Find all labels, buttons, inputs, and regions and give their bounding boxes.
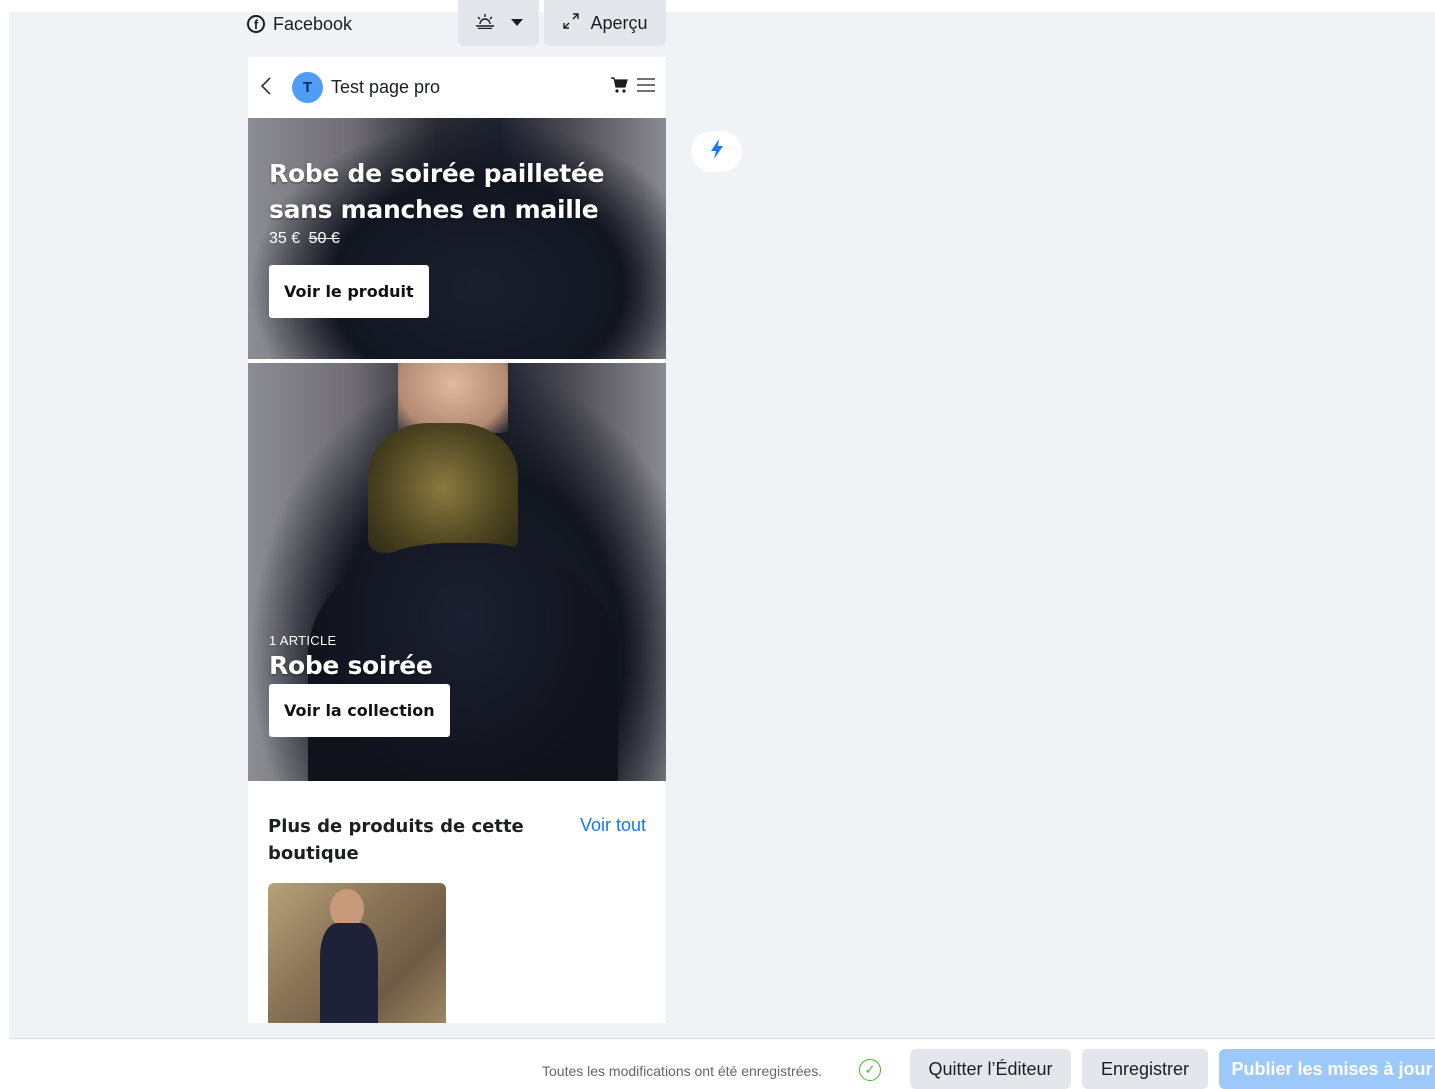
facebook-icon: f <box>247 15 265 33</box>
shop-header: T Test page pro <box>248 57 666 118</box>
price-row: 35 € 50 € <box>269 230 629 248</box>
platform-label: Facebook <box>273 13 353 34</box>
product-old-price: 50 € <box>308 230 340 247</box>
collection-count: 1 ARTICLE <box>269 633 337 648</box>
product-title: Robe de soirée pailletée sans manches en… <box>269 159 605 224</box>
dress-image <box>368 423 518 553</box>
platform-indicator: f Facebook <box>247 13 352 35</box>
save-status-text: Toutes les modifications ont été enregis… <box>542 1063 823 1079</box>
cart-icon[interactable] <box>610 76 628 99</box>
featured-product-content: Robe de soirée pailletée sans manches en… <box>269 156 629 318</box>
preview-button[interactable]: Aperçu <box>544 0 666 46</box>
theme-toggle-button[interactable] <box>458 0 539 46</box>
product-thumbnail[interactable] <box>268 883 446 1023</box>
featured-product-banner: Robe de soirée pailletée sans manches en… <box>248 118 666 359</box>
editor-footer: Toutes les modifications ont été enregis… <box>9 1038 1435 1089</box>
collection-title: Robe soirée <box>269 651 433 680</box>
collection-banner: 1 ARTICLE Robe soirée Voir la collection <box>248 363 666 781</box>
sun-horizon-icon <box>474 13 496 33</box>
see-all-link[interactable]: Voir tout <box>580 815 646 836</box>
page-avatar: T <box>292 72 323 103</box>
more-products-section: Plus de produits de cette boutique Voir … <box>268 813 646 867</box>
caret-down-icon <box>510 15 524 32</box>
preview-label: Aperçu <box>590 12 648 33</box>
phone-preview: T Test page pro Robe de soirée pailletée… <box>248 57 666 1023</box>
dress-image <box>320 923 378 1023</box>
check-circle-icon: ✓ <box>859 1059 881 1081</box>
lightning-icon <box>710 138 724 166</box>
publish-updates-button[interactable]: Publier les mises à jour <box>1219 1049 1435 1089</box>
chevron-left-icon[interactable] <box>260 75 286 101</box>
page-name: Test page pro <box>331 77 441 97</box>
expand-icon <box>562 12 580 35</box>
hamburger-menu-icon[interactable] <box>636 76 656 99</box>
collection-content: 1 ARTICLE Robe soirée Voir la collection <box>269 633 450 737</box>
save-button[interactable]: Enregistrer <box>1082 1049 1208 1089</box>
product-price: 35 € <box>269 230 301 247</box>
quit-editor-button[interactable]: Quitter l’Éditeur <box>910 1049 1071 1089</box>
view-product-button[interactable]: Voir le produit <box>269 265 429 318</box>
lightning-action-button[interactable] <box>691 131 742 172</box>
more-products-title: Plus de produits de cette boutique <box>268 816 524 864</box>
view-collection-button[interactable]: Voir la collection <box>269 684 450 737</box>
